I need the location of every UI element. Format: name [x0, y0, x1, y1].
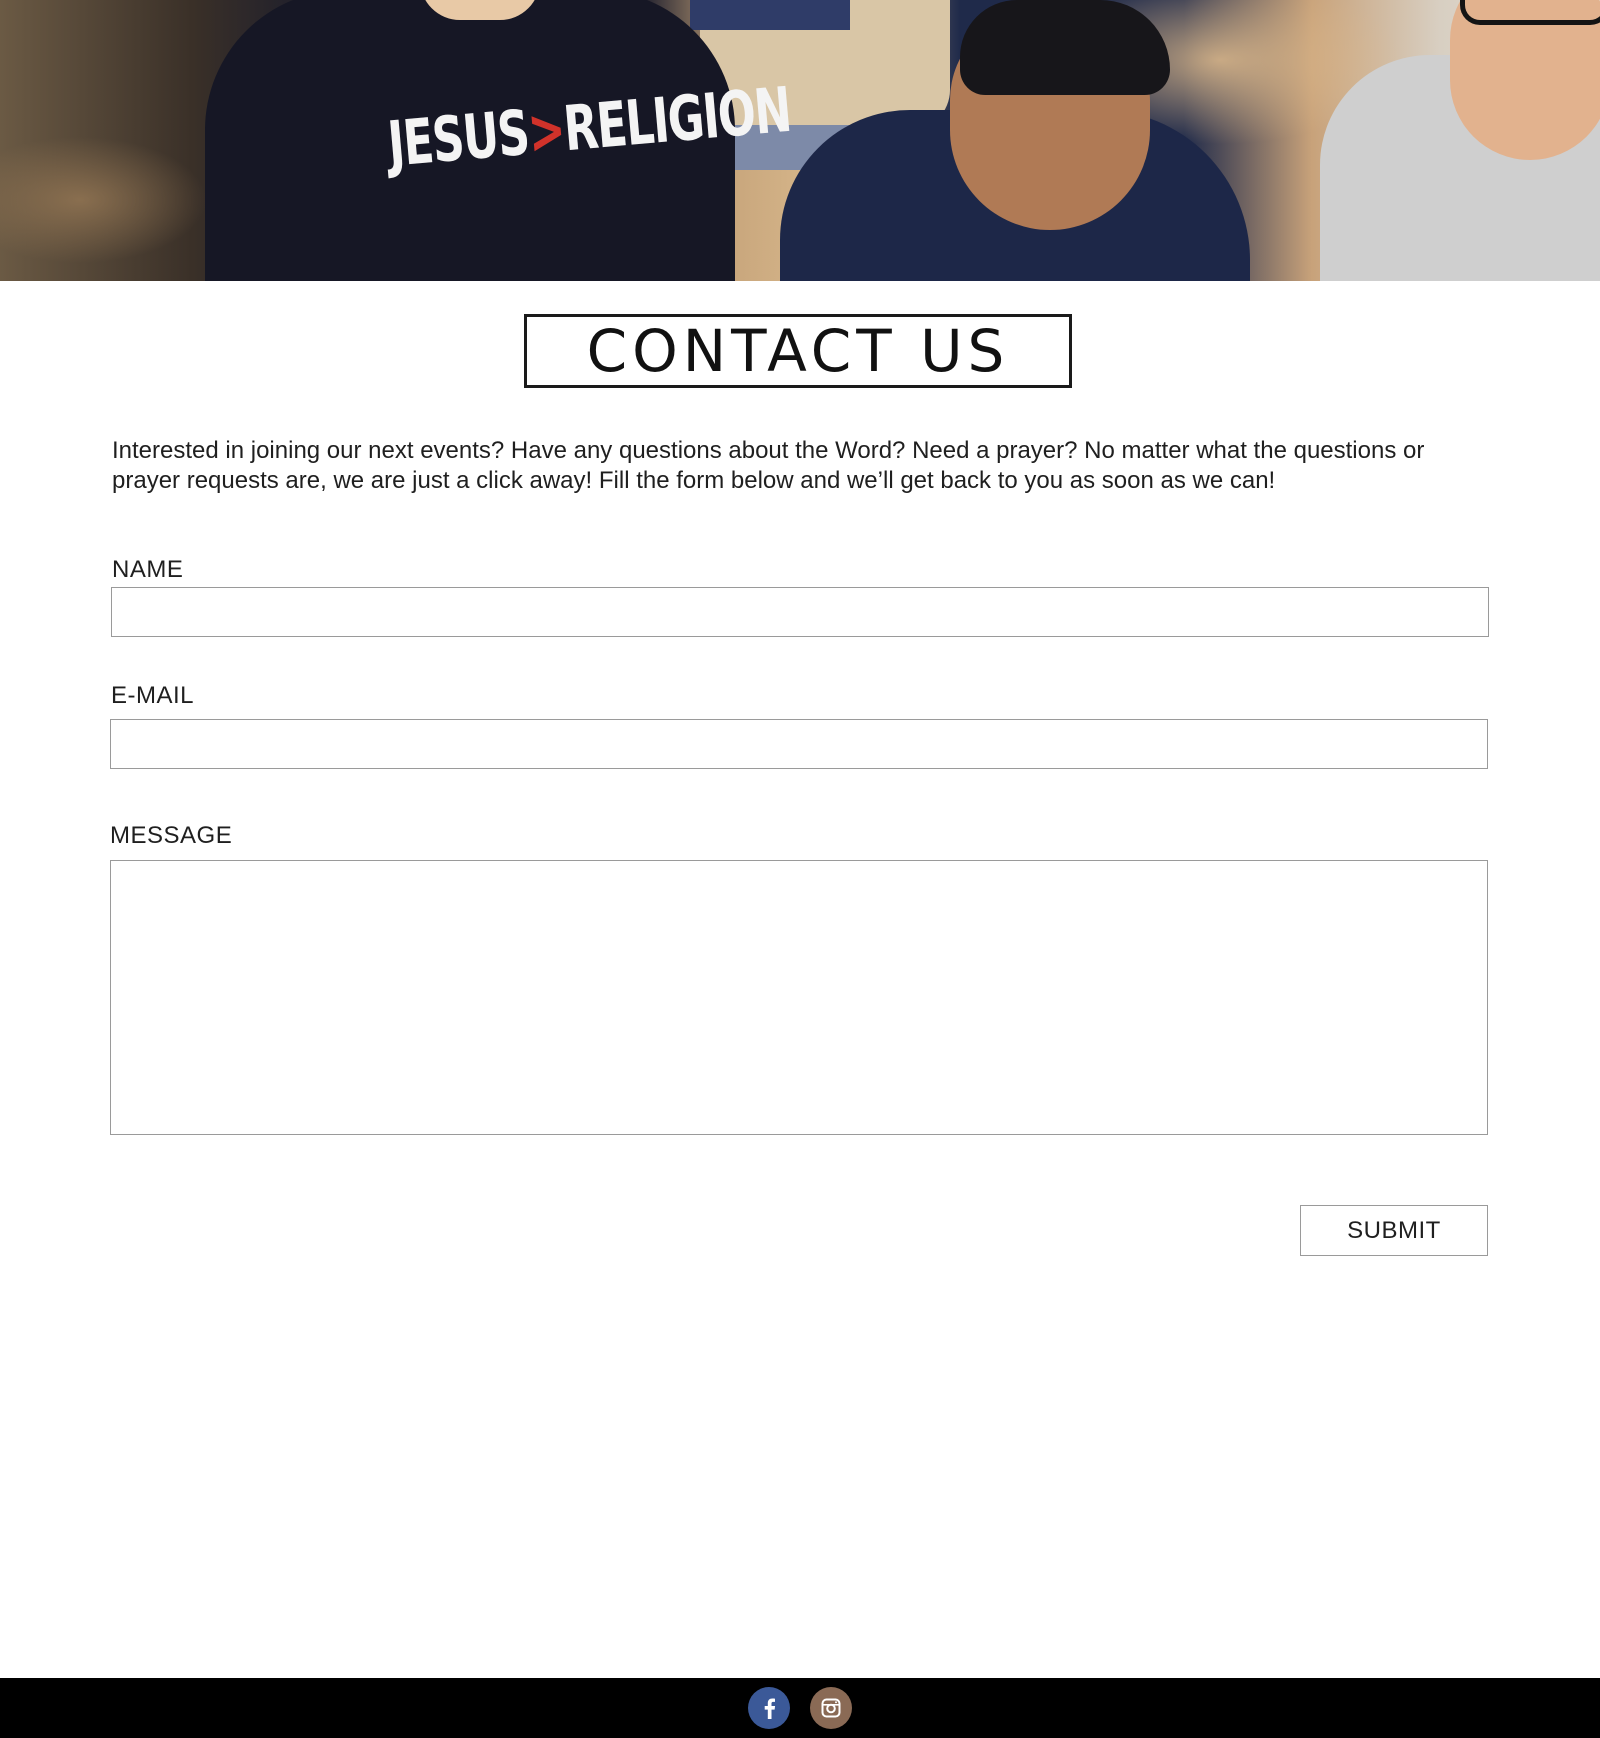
- facebook-link[interactable]: [748, 1687, 790, 1729]
- instagram-link[interactable]: [810, 1687, 852, 1729]
- page-title: CONTACT US: [586, 317, 1010, 385]
- hero-photo: JESUS>RELIGION: [0, 0, 1600, 281]
- hero-shirt-word-jesus: JESUS: [385, 95, 532, 181]
- facebook-icon: [764, 1698, 776, 1719]
- name-label: NAME: [112, 556, 184, 583]
- intro-text: Interested in joining our next events? H…: [112, 437, 1425, 494]
- email-field[interactable]: [110, 719, 1488, 769]
- instagram-icon: [821, 1698, 841, 1718]
- page-title-box: CONTACT US: [524, 314, 1072, 388]
- submit-button[interactable]: SUBMIT: [1300, 1205, 1488, 1256]
- footer-bar: [0, 1678, 1600, 1738]
- hero-glasses: [1460, 0, 1600, 25]
- message-label: MESSAGE: [110, 822, 233, 849]
- hero-person-right-hair: [960, 0, 1170, 95]
- message-field[interactable]: [110, 860, 1488, 1135]
- email-label: E-MAIL: [111, 682, 195, 709]
- hero-person-seated-shirt: [690, 0, 850, 30]
- name-field[interactable]: [111, 587, 1489, 637]
